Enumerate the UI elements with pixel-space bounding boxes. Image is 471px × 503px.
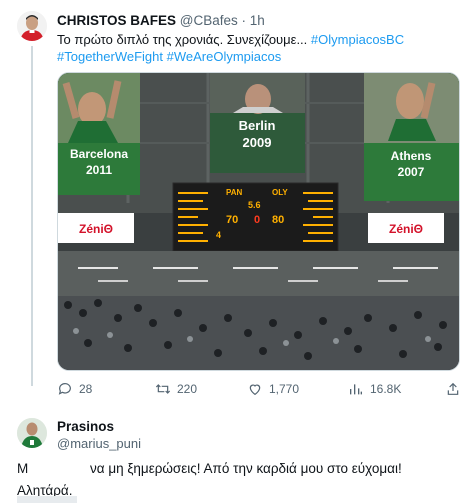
banner-athens: Athens 2007 bbox=[364, 73, 459, 201]
scoreboard-home-label: PAN bbox=[226, 188, 243, 197]
banner-berlin-year: 2009 bbox=[243, 135, 272, 150]
retweet-button[interactable]: 220 bbox=[155, 381, 197, 397]
banner-berlin: Berlin 2009 bbox=[210, 73, 305, 173]
ad-right-text: ZéniΘ bbox=[389, 222, 423, 236]
banner-athens-city: Athens bbox=[391, 149, 432, 163]
reply-icon bbox=[58, 383, 71, 395]
truncated-content bbox=[17, 496, 77, 503]
reply-text: Μ να μη ξημερώσεις! Από την καρδιά μου σ… bbox=[17, 458, 457, 502]
share-button[interactable] bbox=[445, 381, 461, 397]
reply-avatar-image bbox=[17, 418, 47, 448]
scoreboard-home-score: 70 bbox=[226, 214, 238, 226]
share-icon bbox=[447, 382, 459, 395]
heart-icon bbox=[249, 384, 261, 396]
author-avatar[interactable] bbox=[17, 11, 47, 41]
hashtag-togetherwefight[interactable]: #TogetherWeFight bbox=[57, 49, 163, 64]
arena-photo: Barcelona 2011 Berlin 2009 Athens 2007 P… bbox=[58, 73, 459, 370]
tweet-actions: 28 220 1,770 16.8K bbox=[57, 381, 462, 401]
scoreboard-period: 4 bbox=[216, 230, 221, 240]
banner-berlin-city: Berlin bbox=[239, 118, 276, 133]
reply-author-handle[interactable]: @marius_puni bbox=[57, 436, 141, 451]
tweet-photo[interactable]: Barcelona 2011 Berlin 2009 Athens 2007 P… bbox=[57, 72, 460, 371]
header-separator: · bbox=[241, 13, 247, 28]
scoreboard-shot-clock: 0 bbox=[254, 214, 260, 226]
reply-author-name[interactable]: Prasinos bbox=[57, 419, 114, 434]
reply-text-start: Μ bbox=[17, 461, 29, 476]
reply-count: 28 bbox=[79, 382, 93, 396]
reply-button[interactable]: 28 bbox=[57, 381, 92, 397]
tweet-body: Το πρώτο διπλό της χρονιάς. Συνεχίζουμε.… bbox=[57, 32, 308, 47]
tweet-time[interactable]: 1h bbox=[250, 13, 265, 28]
scoreboard-away-label: OLY bbox=[272, 188, 288, 197]
author-name[interactable]: CHRISTOS BAFES bbox=[57, 13, 176, 28]
crowd bbox=[58, 296, 459, 370]
like-button[interactable]: 1,770 bbox=[247, 381, 299, 397]
retweet-icon bbox=[155, 384, 171, 394]
scoreboard-away-score: 80 bbox=[272, 214, 284, 226]
view-count: 16.8K bbox=[370, 382, 402, 396]
like-count: 1,770 bbox=[269, 382, 300, 396]
tweet-header: CHRISTOS BAFES @CBafes · 1h bbox=[57, 13, 265, 28]
views-button[interactable]: 16.8K bbox=[348, 381, 401, 397]
redacted-name bbox=[28, 462, 87, 477]
banner-barcelona: Barcelona 2011 bbox=[58, 73, 140, 195]
scoreboard-clock: 5.6 bbox=[248, 200, 261, 210]
views-icon bbox=[350, 384, 362, 395]
ad-left-text: ZéniΘ bbox=[79, 222, 113, 236]
banner-barcelona-year: 2011 bbox=[86, 163, 112, 177]
reply-text-rest: να μη ξημερώσεις! Από την καρδιά μου στο… bbox=[90, 461, 402, 476]
avatar-image bbox=[17, 11, 47, 41]
tweet-text: Το πρώτο διπλό της χρονιάς. Συνεχίζουμε.… bbox=[57, 31, 457, 65]
banner-barcelona-city: Barcelona bbox=[70, 147, 128, 161]
reply-author-avatar[interactable] bbox=[17, 418, 47, 448]
hashtag-weareolympiacos[interactable]: #WeAreOlympiacos bbox=[167, 49, 282, 64]
retweet-count: 220 bbox=[177, 382, 198, 396]
hashtag-olympiacosbc[interactable]: #OlympiacosBC bbox=[311, 32, 404, 47]
author-handle[interactable]: @CBafes bbox=[180, 13, 238, 28]
banner-athens-year: 2007 bbox=[398, 165, 425, 179]
thread-line bbox=[31, 46, 33, 386]
